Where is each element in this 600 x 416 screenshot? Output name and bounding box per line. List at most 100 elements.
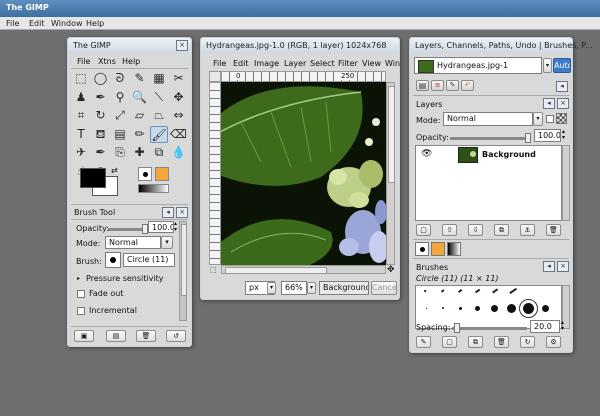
paths-tab-icon[interactable]: ✎: [446, 80, 459, 91]
foreground-color-swatch[interactable]: [80, 168, 106, 188]
blur-icon[interactable]: 💧: [170, 144, 188, 161]
brush-swatch[interactable]: [475, 288, 480, 293]
image-canvas[interactable]: [221, 82, 386, 265]
blend-icon[interactable]: ▤: [111, 126, 129, 143]
duplicate-brush-icon[interactable]: ⧉: [468, 336, 483, 348]
perspective-icon[interactable]: ⏢: [150, 107, 168, 124]
app-menu-window[interactable]: Window: [51, 19, 83, 28]
image-vertical-scrollbar[interactable]: [386, 82, 395, 265]
image-menu-select[interactable]: Select: [310, 59, 335, 68]
ink-icon[interactable]: ✒: [92, 144, 110, 161]
brushes-menu-icon[interactable]: ◂: [543, 261, 555, 272]
navigate-icon[interactable]: ✥: [387, 265, 395, 275]
new-layer-icon[interactable]: ▢: [416, 224, 431, 236]
image-menu-edit[interactable]: Edit: [233, 59, 249, 68]
brush-swatch[interactable]: [458, 306, 462, 310]
image-horizontal-scrollbar[interactable]: [221, 265, 386, 274]
layers-opacity-slider-track[interactable]: [450, 137, 528, 140]
restore-options-icon[interactable]: ▤: [106, 330, 126, 342]
incremental-checkbox[interactable]: [77, 307, 85, 315]
lower-layer-icon[interactable]: ⇩: [468, 224, 483, 236]
refresh-brushes-icon[interactable]: ↻: [520, 336, 535, 348]
brush-swatch[interactable]: [425, 307, 427, 309]
crop-icon[interactable]: ⌗: [72, 107, 90, 124]
brush-swatch[interactable]: [490, 304, 498, 312]
pressure-sensitivity-expander[interactable]: Pressure sensitivity: [86, 274, 163, 283]
toolbox-menu-xtns[interactable]: Xtns: [98, 57, 116, 66]
save-options-icon[interactable]: ▣: [74, 330, 94, 342]
brushes-options-icon[interactable]: ⚙: [546, 336, 561, 348]
spacing-slider-handle[interactable]: [454, 323, 460, 333]
text-icon[interactable]: T: [72, 126, 90, 143]
cancel-button[interactable]: Cancel: [371, 281, 397, 295]
paintbrush-icon[interactable]: 🖌: [150, 125, 168, 143]
bucket-fill-icon[interactable]: ⛾: [92, 126, 110, 143]
image-menu-layer[interactable]: Layer: [284, 59, 306, 68]
fuzzy-select-icon[interactable]: ✎: [131, 70, 149, 87]
channels-tab-icon[interactable]: ≡: [431, 80, 444, 91]
brush-swatch[interactable]: [492, 288, 498, 294]
close-tab-icon[interactable]: ×: [176, 207, 188, 218]
image-menu-win[interactable]: Win: [385, 59, 400, 68]
measure-icon[interactable]: ⟍: [150, 89, 168, 106]
opacity-spin-icon[interactable]: ▴ ▾: [174, 221, 177, 233]
brushes-close-icon[interactable]: ×: [557, 261, 569, 272]
app-menu-help[interactable]: Help: [86, 19, 104, 28]
brush-swatch[interactable]: [440, 289, 445, 293]
toolbox-menu-help[interactable]: Help: [122, 57, 140, 66]
ellipse-select-icon[interactable]: ◯: [92, 70, 110, 87]
layers-mode-select[interactable]: Normal: [443, 112, 533, 126]
color-select-icon[interactable]: ▦: [150, 70, 168, 87]
active-gradient-icon[interactable]: [138, 184, 169, 193]
swap-colors-icon[interactable]: ⇄: [111, 166, 118, 175]
rect-select-icon[interactable]: ⬚: [72, 70, 90, 87]
eraser-icon[interactable]: ⌫: [170, 126, 188, 143]
layers-menu-icon[interactable]: ◂: [543, 98, 555, 109]
layer-row[interactable]: 👁 Background: [416, 146, 561, 164]
visibility-eye-icon[interactable]: 👁: [421, 149, 432, 159]
options-scrollbar[interactable]: [179, 221, 187, 321]
ruler-corner[interactable]: [209, 71, 221, 82]
lock-alpha-icon[interactable]: [556, 113, 567, 124]
layers-scrollbar[interactable]: [562, 145, 570, 221]
brush-swatch[interactable]: [541, 304, 549, 312]
free-select-icon[interactable]: ᘐ: [111, 70, 129, 87]
app-menu-edit[interactable]: Edit: [29, 19, 45, 28]
layers-opacity-slider-handle[interactable]: [525, 133, 531, 143]
magnify-icon[interactable]: 🔍: [131, 89, 149, 106]
color-picker-icon[interactable]: ⚲: [111, 89, 129, 106]
scale-icon[interactable]: ⤢: [111, 107, 129, 124]
foreground-select-icon[interactable]: ♟: [72, 89, 90, 106]
zoom-select[interactable]: 66%: [281, 281, 307, 295]
airbrush-icon[interactable]: ✈: [72, 144, 90, 161]
tab-menu-icon[interactable]: ◂: [162, 207, 174, 218]
image-menu-filter[interactable]: Filter: [338, 59, 358, 68]
mode-select[interactable]: Normal: [105, 236, 161, 249]
delete-layer-icon[interactable]: 🗑: [546, 224, 561, 236]
layers-tab-icon[interactable]: ▤: [416, 80, 429, 91]
raise-layer-icon[interactable]: ⇧: [442, 224, 457, 236]
mode-dropdown-icon[interactable]: ▾: [161, 236, 173, 249]
move-icon[interactable]: ✥: [170, 89, 188, 106]
flip-icon[interactable]: ⇔: [170, 107, 188, 124]
duplicate-layer-icon[interactable]: ⧉: [494, 224, 509, 236]
auto-button[interactable]: Auto: [553, 58, 571, 73]
perspective-clone-icon[interactable]: ⧉: [150, 144, 168, 161]
fade-out-checkbox[interactable]: [77, 290, 85, 298]
delete-brush-icon[interactable]: 🗑: [494, 336, 509, 348]
brush-swatch[interactable]: [423, 289, 427, 292]
edit-brush-icon[interactable]: ✎: [416, 336, 431, 348]
spacing-slider-track[interactable]: [452, 327, 527, 330]
spacing-spin-icon[interactable]: ▴ ▾: [561, 320, 564, 332]
unit-dropdown-icon[interactable]: ▾: [267, 282, 276, 294]
brush-swatch[interactable]: [506, 303, 516, 313]
gradients-tab-icon[interactable]: [447, 242, 461, 256]
close-icon[interactable]: ×: [176, 40, 188, 51]
active-pattern-icon[interactable]: [155, 167, 169, 181]
undo-tab-icon[interactable]: ↶: [461, 80, 474, 91]
image-menu-file[interactable]: File: [213, 59, 226, 68]
expander-arrow-icon[interactable]: ▸: [77, 275, 80, 282]
brush-swatch[interactable]: [509, 287, 517, 294]
brush-preview-icon[interactable]: [105, 252, 121, 268]
quick-mask-icon[interactable]: ⬚: [210, 266, 217, 274]
